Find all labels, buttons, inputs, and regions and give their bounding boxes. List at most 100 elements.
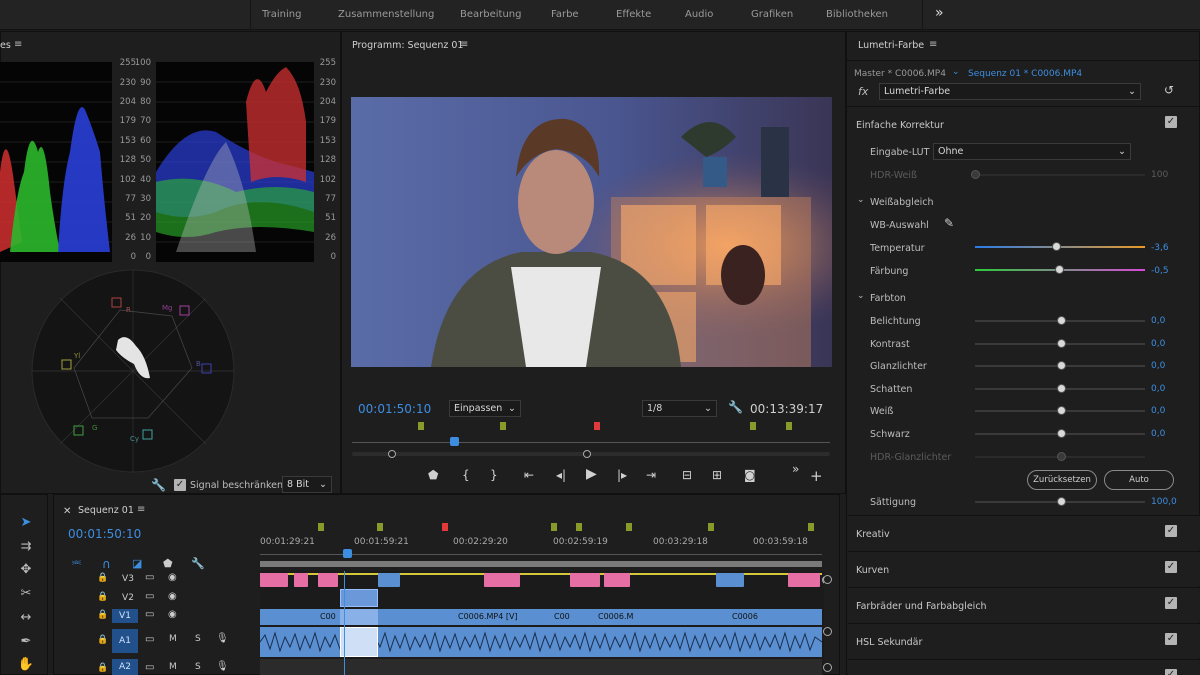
marker[interactable]: [626, 523, 632, 531]
step-back-icon[interactable]: ◂|: [556, 468, 566, 482]
eye-icon[interactable]: ◉: [168, 591, 177, 602]
step-forward-icon[interactable]: |▸: [617, 468, 627, 482]
lock-icon[interactable]: 🔒: [97, 573, 108, 583]
auto-button[interactable]: Auto: [1104, 470, 1174, 490]
zoom-select[interactable]: Einpassen ⌄: [449, 400, 521, 417]
marker[interactable]: [418, 422, 424, 430]
eye-icon[interactable]: ◉: [168, 572, 177, 583]
linked-selection-icon[interactable]: ◪: [132, 557, 142, 570]
blacks-value[interactable]: 0,0: [1151, 429, 1165, 439]
input-lut-select[interactable]: Ohne ⌄: [933, 143, 1131, 160]
basic-correction-checkbox[interactable]: ✓: [1165, 116, 1177, 128]
clip-v2-selected[interactable]: [340, 589, 378, 607]
blacks-slider-handle[interactable]: [1057, 429, 1066, 438]
camera-icon[interactable]: ◙: [744, 468, 756, 482]
track-select-tool-icon[interactable]: ⇉: [15, 537, 37, 557]
work-area-bar[interactable]: [260, 561, 822, 567]
contrast-slider-handle[interactable]: [1057, 339, 1066, 348]
resolution-select[interactable]: 1/8 ⌄: [642, 400, 717, 417]
clip-v3[interactable]: [570, 573, 600, 587]
snap-magnet-icon[interactable]: ∩: [102, 557, 111, 571]
lock-icon[interactable]: 🔒: [97, 610, 108, 620]
program-current-timecode[interactable]: 00:01:50:10: [358, 402, 431, 416]
clip-v3[interactable]: [378, 573, 400, 587]
reset-button[interactable]: Zurücksetzen: [1027, 470, 1097, 490]
solo-button[interactable]: S: [195, 662, 201, 672]
clip-v3[interactable]: [318, 573, 338, 587]
clip-v3[interactable]: [260, 573, 288, 587]
sync-lock-icon[interactable]: ▭: [145, 662, 154, 673]
section-next[interactable]: ✓: [848, 659, 1200, 675]
section-hsl-secondary-checkbox[interactable]: ✓: [1165, 633, 1177, 645]
extract-icon[interactable]: ⊞: [712, 468, 722, 482]
wrench-icon[interactable]: 🔧: [151, 478, 166, 492]
marker[interactable]: [594, 422, 600, 430]
go-to-out-icon[interactable]: ⇥: [646, 468, 656, 482]
add-button-icon[interactable]: +: [810, 467, 823, 485]
eye-icon[interactable]: ◉: [168, 609, 177, 620]
playhead[interactable]: [343, 549, 352, 558]
tone-header[interactable]: Farbton: [870, 293, 906, 304]
marker[interactable]: [808, 523, 814, 531]
tab-bibliotheken[interactable]: Bibliotheken: [826, 9, 888, 20]
shadows-slider-handle[interactable]: [1057, 384, 1066, 393]
section-creative[interactable]: Kreativ ✓: [848, 515, 1200, 550]
panel-menu-icon[interactable]: ≡: [14, 39, 22, 50]
settings-wrench-icon[interactable]: 🔧: [728, 400, 743, 414]
tab-training[interactable]: Training: [262, 9, 301, 20]
track-v1-label[interactable]: V1: [112, 609, 138, 623]
tab-bearbeitung[interactable]: Bearbeitung: [460, 9, 521, 20]
sync-lock-icon[interactable]: ▭: [145, 609, 154, 620]
tint-value[interactable]: -0,5: [1151, 266, 1169, 276]
temperature-slider-handle[interactable]: [1052, 242, 1061, 251]
track-a1-label[interactable]: A1: [112, 629, 138, 653]
hand-tool-icon[interactable]: ✋: [15, 655, 37, 675]
tab-audio[interactable]: Audio: [685, 9, 713, 20]
zoom-scrollbar[interactable]: [352, 452, 830, 456]
clip-v1-selected[interactable]: [340, 609, 378, 625]
section-color-wheels[interactable]: Farbräder und Farbabgleich ✓: [848, 587, 1200, 622]
selection-tool-icon[interactable]: ➤: [15, 513, 37, 533]
ripple-edit-tool-icon[interactable]: ✥: [15, 560, 37, 580]
exposure-slider-handle[interactable]: [1057, 316, 1066, 325]
close-icon[interactable]: ✕: [63, 506, 71, 517]
scroll-handle[interactable]: [823, 575, 832, 584]
timeline-timecode[interactable]: 00:01:50:10: [68, 527, 141, 541]
razor-tool-icon[interactable]: ✂: [15, 584, 37, 604]
whites-slider-handle[interactable]: [1057, 406, 1066, 415]
tab-effekte[interactable]: Effekte: [616, 9, 651, 20]
chevron-down-icon[interactable]: ⌄: [857, 195, 865, 205]
add-marker-icon[interactable]: ⬟: [163, 557, 173, 570]
microphone-icon[interactable]: 🎙: [216, 661, 229, 672]
playhead[interactable]: [450, 437, 459, 446]
tab-zusammenstellung[interactable]: Zusammenstellung: [338, 9, 434, 20]
chevron-down-icon[interactable]: ⌄: [952, 67, 960, 77]
marker[interactable]: [551, 523, 557, 531]
pen-tool-icon[interactable]: ✒: [15, 632, 37, 652]
program-mini-timeline[interactable]: [352, 420, 830, 460]
lock-icon[interactable]: 🔒: [97, 663, 108, 673]
white-balance-header[interactable]: Weißabgleich: [870, 197, 934, 208]
timeline-settings-wrench-icon[interactable]: 🔧: [191, 557, 205, 570]
shadows-value[interactable]: 0,0: [1151, 384, 1165, 394]
basic-correction-header[interactable]: Einfache Korrektur: [856, 120, 944, 131]
tint-slider-handle[interactable]: [1055, 265, 1064, 274]
solo-button[interactable]: S: [195, 634, 201, 644]
clip-v3[interactable]: [788, 573, 820, 587]
sequence-clip-tab[interactable]: Sequenz 01 * C0006.MP4: [968, 69, 1082, 79]
panel-menu-icon[interactable]: ≡: [137, 504, 145, 515]
clip-v3[interactable]: [716, 573, 744, 587]
play-icon[interactable]: ▶: [586, 466, 597, 482]
mark-out-icon[interactable]: }: [490, 468, 498, 482]
master-clip-tab[interactable]: Master * C0006.MP4: [854, 69, 946, 79]
saturation-value[interactable]: 100,0: [1151, 497, 1177, 507]
tab-grafiken[interactable]: Grafiken: [751, 9, 793, 20]
workspace-overflow-button[interactable]: »: [935, 5, 944, 21]
mute-button[interactable]: M: [169, 662, 177, 672]
panel-menu-icon[interactable]: ≡: [460, 39, 468, 50]
slip-tool-icon[interactable]: ↔: [15, 608, 37, 628]
marker[interactable]: [750, 422, 756, 430]
go-to-in-icon[interactable]: ⇤: [524, 468, 534, 482]
sync-lock-icon[interactable]: ▭: [145, 634, 154, 645]
panel-menu-icon[interactable]: ≡: [929, 39, 937, 50]
